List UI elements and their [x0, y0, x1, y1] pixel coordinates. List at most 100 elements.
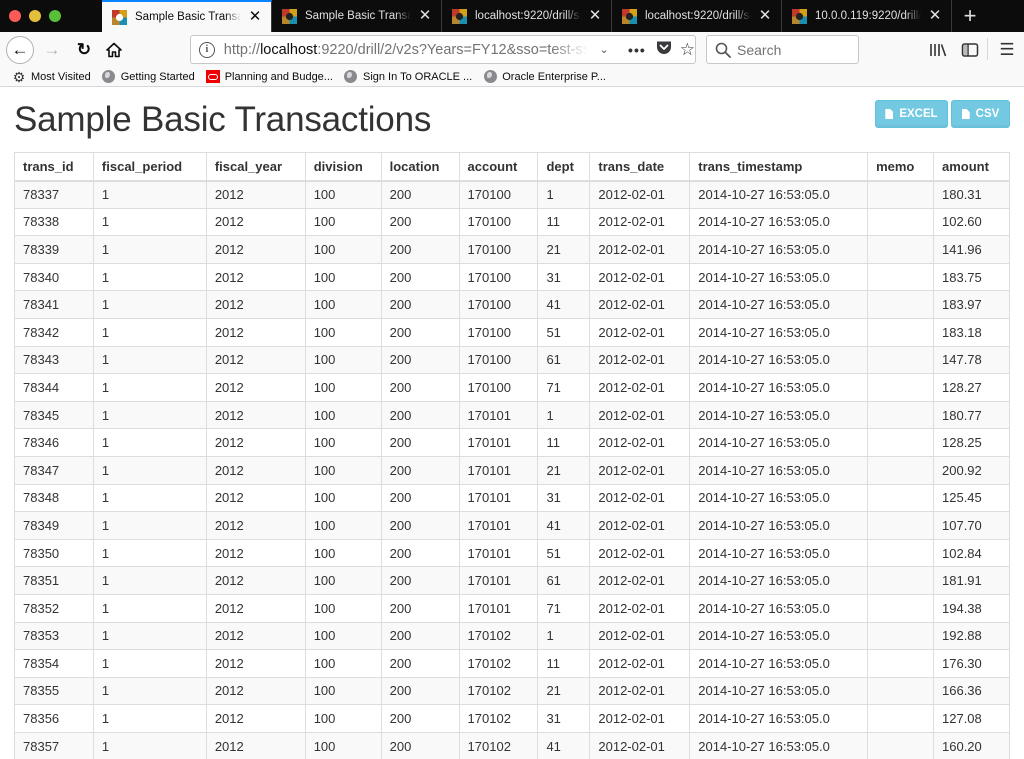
cell-trans-date: 2012-02-01	[589, 262, 691, 292]
column-header-location[interactable]: location	[380, 152, 460, 182]
cell-location: 200	[380, 262, 460, 292]
column-header-trans-timestamp[interactable]: trans_timestamp	[689, 152, 869, 182]
column-header-dept[interactable]: dept	[537, 152, 591, 182]
bookmark-item-2[interactable]: Getting Started	[102, 70, 195, 84]
forward-button[interactable]: →	[38, 36, 66, 64]
export-excel-button[interactable]: EXCEL	[875, 100, 948, 128]
cell-location: 200	[380, 428, 460, 457]
cell-amount: 127.08	[933, 704, 1010, 733]
bookmark-item-5[interactable]: Oracle Enterprise P...	[483, 70, 606, 84]
cell-trans-date: 2012-02-01	[589, 207, 691, 237]
pocket-icon[interactable]	[656, 40, 672, 60]
close-tab-icon[interactable]: ✕	[757, 8, 773, 24]
cell-division: 100	[304, 593, 382, 623]
export-csv-label: CSV	[975, 108, 1000, 120]
browser-tab-1[interactable]: Sample Basic Transactions ✕	[102, 0, 272, 32]
cell-location: 200	[380, 317, 460, 347]
cell-trans-date: 2012-02-01	[589, 180, 691, 209]
site-info-icon[interactable]: i	[199, 41, 215, 58]
column-header-fiscal-year[interactable]: fiscal_year	[205, 152, 306, 182]
browser-tab-5[interactable]: 10.0.0.119:9220/drill/2/v2s ✕	[782, 0, 952, 32]
hamburger-menu-icon: ☰	[999, 40, 1015, 59]
cell-location: 200	[380, 704, 460, 733]
cell-location: 200	[380, 235, 460, 264]
reload-button[interactable]: ↻	[70, 36, 98, 64]
cell-trans-timestamp: 2014-10-27 16:53:05.0	[689, 621, 869, 651]
cell-trans-date: 2012-02-01	[589, 455, 691, 485]
column-header-fiscal-period[interactable]: fiscal_period	[92, 152, 207, 182]
column-header-trans-date[interactable]: trans_date	[589, 152, 691, 182]
close-tab-icon[interactable]: ✕	[247, 9, 263, 25]
file-icon	[885, 109, 894, 119]
bookmark-label: Planning and Budge...	[224, 70, 333, 83]
close-tab-icon[interactable]: ✕	[417, 8, 433, 24]
cell-memo	[867, 180, 934, 209]
home-button[interactable]	[100, 36, 128, 64]
cell-fiscal-year: 2012	[205, 455, 306, 485]
window-close-button[interactable]	[9, 10, 21, 22]
cell-fiscal-year: 2012	[205, 566, 306, 595]
cell-dept: 31	[537, 262, 591, 292]
search-placeholder: Search	[737, 41, 782, 58]
column-header-division[interactable]: division	[304, 152, 382, 182]
back-button[interactable]: ←	[6, 35, 34, 64]
url-bar[interactable]: i http://localhost:9220/drill/2/v2s?Year…	[190, 35, 696, 64]
browser-tab-2[interactable]: Sample Basic Transactions ✕	[272, 0, 442, 32]
cell-division: 100	[304, 207, 382, 237]
browser-tab-3[interactable]: localhost:9220/drill/sample ✕	[442, 0, 612, 32]
bookmark-star-icon[interactable]: ☆	[680, 40, 695, 60]
column-header-trans-id[interactable]: trans_id	[14, 152, 94, 182]
cell-fiscal-period: 1	[92, 373, 207, 402]
cell-trans-date: 2012-02-01	[589, 483, 691, 513]
url-text[interactable]: http://localhost:9220/drill/2/v2s?Years=…	[224, 42, 588, 58]
cell-fiscal-period: 1	[92, 345, 207, 375]
cell-account: 170102	[458, 731, 539, 759]
browser-tab-4[interactable]: localhost:9220/drill/sample ✕	[612, 0, 782, 32]
cell-fiscal-period: 1	[92, 455, 207, 485]
column-header-amount[interactable]: amount	[933, 152, 1010, 182]
cell-fiscal-period: 1	[92, 593, 207, 623]
cell-trans-timestamp: 2014-10-27 16:53:05.0	[689, 207, 869, 237]
cell-account: 170101	[458, 483, 539, 513]
page-actions-icon[interactable]: •••	[628, 42, 646, 58]
bookmark-item-1[interactable]: ⚙ Most Visited	[12, 70, 91, 84]
cell-trans-id: 78356	[14, 704, 94, 733]
window-maximize-button[interactable]	[49, 10, 61, 22]
cell-amount: 183.97	[933, 290, 1010, 319]
cell-division: 100	[304, 649, 382, 678]
bookmark-item-3[interactable]: Planning and Budge...	[205, 70, 333, 84]
cell-trans-timestamp: 2014-10-27 16:53:05.0	[689, 704, 869, 733]
library-button[interactable]	[928, 40, 948, 60]
window-minimize-button[interactable]	[29, 10, 41, 22]
cell-fiscal-year: 2012	[205, 180, 306, 209]
table-header-row: trans_id fiscal_period fiscal_year division…	[14, 152, 1010, 182]
table-row: 78355 1 2012 100 200 170102 21 2012-02-01 2014-1…	[14, 676, 1010, 706]
cell-division: 100	[304, 621, 382, 651]
cell-trans-date: 2012-02-01	[589, 676, 691, 706]
cell-account: 170100	[458, 180, 539, 209]
close-tab-icon[interactable]: ✕	[927, 8, 943, 24]
chevron-down-icon[interactable]: ⌄	[596, 43, 612, 56]
cell-location: 200	[380, 373, 460, 402]
cell-fiscal-year: 2012	[205, 483, 306, 513]
sidebar-toggle-button[interactable]	[960, 40, 980, 60]
cell-memo	[867, 676, 934, 706]
cell-trans-id: 78345	[14, 400, 94, 430]
cell-trans-id: 78338	[14, 207, 94, 237]
close-tab-icon[interactable]: ✕	[587, 8, 603, 24]
export-csv-button[interactable]: CSV	[951, 100, 1010, 128]
cell-location: 200	[380, 511, 460, 540]
new-tab-button[interactable]: +	[952, 0, 988, 32]
cell-trans-timestamp: 2014-10-27 16:53:05.0	[689, 400, 869, 430]
column-header-memo[interactable]: memo	[867, 152, 934, 182]
cell-trans-timestamp: 2014-10-27 16:53:05.0	[689, 455, 869, 485]
cell-location: 200	[380, 345, 460, 375]
column-header-account[interactable]: account	[458, 152, 539, 182]
bookmark-item-4[interactable]: Sign In To ORACLE ...	[344, 70, 472, 84]
cell-trans-date: 2012-02-01	[589, 731, 691, 759]
cell-amount: 141.96	[933, 235, 1010, 264]
cell-division: 100	[304, 483, 382, 513]
search-bar[interactable]: Search	[706, 35, 859, 64]
menu-button[interactable]: ☰	[998, 40, 1016, 60]
cell-fiscal-period: 1	[92, 290, 207, 319]
